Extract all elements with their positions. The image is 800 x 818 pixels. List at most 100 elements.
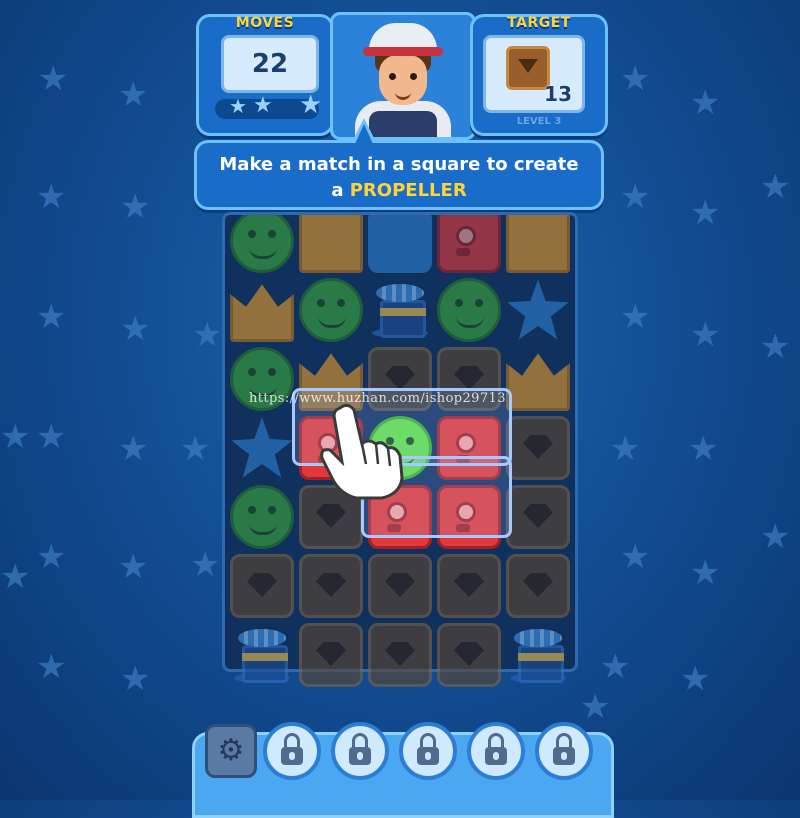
background-star-icon: ★ — [38, 59, 69, 99]
frog-tile[interactable] — [230, 485, 294, 549]
frog-tile[interactable] — [230, 215, 294, 273]
background-star-icon: ★ — [36, 177, 67, 217]
propeller-tile[interactable] — [230, 623, 294, 687]
crate-tile[interactable] — [299, 623, 363, 687]
moves-counter: 22 — [221, 35, 319, 93]
background-star-icon: ★ — [760, 327, 791, 367]
background-star-icon: ★ — [118, 75, 149, 115]
locked-booster-button[interactable] — [331, 722, 389, 780]
background-star-icon: ★ — [0, 417, 31, 457]
background-star-icon: ★ — [118, 547, 149, 587]
background-star-icon: ★ — [180, 429, 211, 469]
tutorial-highlight: PROPELLER — [349, 180, 467, 201]
crate-tile[interactable] — [437, 554, 501, 618]
crate-tile[interactable] — [368, 623, 432, 687]
star-tile[interactable] — [368, 215, 432, 273]
redbox-tile[interactable] — [437, 215, 501, 273]
background-star-icon: ★ — [120, 659, 151, 699]
crown-tile[interactable] — [299, 215, 363, 273]
background-star-icon: ★ — [688, 429, 719, 469]
background-star-icon: ★ — [760, 517, 791, 557]
crown-tile[interactable] — [230, 284, 294, 342]
background-star-icon: ★ — [36, 537, 67, 577]
prop-hat — [380, 300, 426, 338]
tutorial-bubble[interactable]: Make a match in a square to create a PRO… — [194, 140, 604, 210]
crate-tile[interactable] — [299, 554, 363, 618]
crate-tile[interactable] — [506, 416, 570, 480]
background-star-icon: ★ — [600, 647, 631, 687]
propeller-tile[interactable] — [506, 623, 570, 687]
frog-tile[interactable] — [299, 278, 363, 342]
prop-blades — [238, 629, 286, 647]
background-star-icon: ★ — [120, 187, 151, 227]
tutorial-line-1: Make a match in a square to create — [219, 154, 579, 175]
star-icon: ★ — [299, 90, 323, 120]
lock-icon — [553, 733, 575, 765]
background-star-icon: ★ — [0, 557, 31, 597]
prop-hat — [518, 645, 564, 683]
background-star-icon: ★ — [760, 167, 791, 207]
lock-icon — [281, 733, 303, 765]
locked-booster-button[interactable] — [467, 722, 525, 780]
background-star-icon: ★ — [192, 315, 223, 355]
background-star-icon: ★ — [690, 315, 721, 355]
gear-icon: ⚙ — [217, 733, 245, 768]
star-icon: ★ — [229, 94, 247, 118]
target-panel: TARGET 13 LEVEL 3 — [470, 14, 608, 136]
background-star-icon: ★ — [620, 59, 651, 99]
crate-tile[interactable] — [437, 623, 501, 687]
star-tile[interactable] — [231, 417, 293, 478]
prop-hat — [242, 645, 288, 683]
locked-booster-button[interactable] — [399, 722, 457, 780]
prop-blades — [514, 629, 562, 647]
propeller-tile[interactable] — [368, 278, 432, 342]
target-title: TARGET — [507, 15, 571, 31]
settings-button[interactable]: ⚙ — [205, 724, 257, 778]
tutorial-prefix: a — [331, 180, 350, 201]
background-star-icon: ★ — [620, 297, 651, 337]
lock-icon — [349, 733, 371, 765]
background-star-icon: ★ — [118, 429, 149, 469]
tutorial-line-2: a PROPELLER — [197, 178, 601, 204]
prop-band — [242, 653, 288, 661]
background-star-icon: ★ — [36, 647, 67, 687]
background-star-icon: ★ — [620, 537, 651, 577]
lock-icon — [417, 733, 439, 765]
background-star-icon: ★ — [610, 429, 641, 469]
cap-brim — [363, 47, 443, 56]
prop-band — [380, 308, 426, 316]
background-star-icon: ★ — [690, 83, 721, 123]
background-star-icon: ★ — [120, 309, 151, 349]
crate-tile[interactable] — [506, 554, 570, 618]
background-star-icon: ★ — [690, 193, 721, 233]
moves-panel: MOVES 22 ★ ★ ★ — [196, 14, 334, 136]
background-star-icon: ★ — [190, 545, 221, 585]
crate-tile[interactable] — [506, 485, 570, 549]
jacket — [369, 111, 437, 137]
background-star-icon: ★ — [36, 297, 67, 337]
background-star-icon: ★ — [690, 553, 721, 593]
star-progress-bar: ★ ★ ★ — [215, 92, 322, 119]
pointing-hand-icon — [320, 403, 404, 500]
moves-title: MOVES — [235, 15, 295, 31]
background-star-icon: ★ — [680, 659, 711, 699]
crate-tile[interactable] — [230, 554, 294, 618]
bubble-tail-inner — [355, 124, 373, 144]
crate-tile[interactable] — [368, 554, 432, 618]
background-star-icon: ★ — [36, 417, 67, 457]
eye — [389, 73, 396, 80]
crown-tile[interactable] — [506, 215, 570, 273]
target-box: 13 — [483, 35, 585, 113]
locked-booster-button[interactable] — [535, 722, 593, 780]
background-star-icon: ★ — [620, 177, 651, 217]
lock-icon — [485, 733, 507, 765]
locked-booster-button[interactable] — [263, 722, 321, 780]
prop-blades — [376, 284, 424, 302]
frog-tile[interactable] — [437, 278, 501, 342]
star-tile[interactable] — [507, 279, 569, 340]
star-icon: ★ — [253, 93, 273, 118]
background-star-icon: ★ — [580, 687, 611, 727]
prop-band — [518, 653, 564, 661]
eye — [410, 73, 417, 80]
crown-tile[interactable] — [506, 353, 570, 411]
